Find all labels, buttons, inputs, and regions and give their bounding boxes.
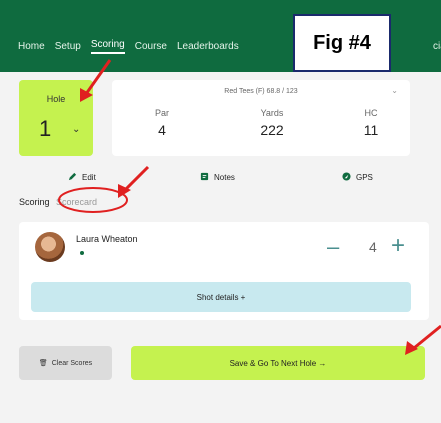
figure-label: Fig #4: [293, 14, 391, 72]
tab-scoring[interactable]: Scoring: [19, 197, 50, 207]
nav-setup[interactable]: Setup: [55, 41, 81, 52]
shot-details-label: Shot details +: [196, 292, 246, 302]
tab-scorecard[interactable]: Scorecard: [56, 197, 97, 207]
notes-button[interactable]: Notes: [200, 172, 235, 183]
stat-par: Par 4: [132, 108, 192, 138]
stat-yards: Yards 222: [242, 108, 302, 138]
nav-truncated-item[interactable]: cial: [433, 41, 441, 52]
increment-score-button[interactable]: +: [391, 232, 405, 260]
chevron-down-icon[interactable]: ⌄: [391, 86, 398, 95]
action-row: Edit Notes GPS: [0, 172, 441, 186]
notes-icon: [200, 172, 209, 183]
stat-label: HC: [364, 108, 378, 118]
stat-value: 4: [158, 122, 166, 138]
player-name: Laura Wheaton: [76, 234, 138, 244]
hole-number: 1: [39, 116, 52, 141]
nav-course[interactable]: Course: [135, 41, 167, 52]
stat-label: Yards: [260, 108, 284, 118]
nav-leaderboards[interactable]: Leaderboards: [177, 41, 239, 52]
pencil-icon: [68, 172, 77, 183]
edit-button[interactable]: Edit: [68, 172, 96, 183]
nav-home[interactable]: Home: [18, 41, 45, 52]
notes-label: Notes: [214, 173, 235, 182]
player-score-card: Laura Wheaton – 4 + Shot details +: [19, 222, 429, 320]
avatar: [35, 232, 65, 262]
tee-info-card[interactable]: Red Tees (F) 68.8 / 123 ⌄ Par 4 Yards 22…: [112, 80, 410, 156]
clear-scores-label: Clear Scores: [51, 359, 93, 367]
save-next-hole-button[interactable]: Save & Go To Next Hole →: [131, 346, 425, 380]
tee-label: Red Tees (F) 68.8 / 123: [224, 88, 298, 95]
stat-value: 11: [363, 122, 379, 138]
stat-hc: HC 11: [341, 108, 401, 138]
hole-label: Hole: [46, 94, 66, 104]
nav-scoring[interactable]: Scoring: [90, 39, 125, 54]
hole-selector[interactable]: Hole 1 ⌄: [19, 80, 93, 156]
gps-label: GPS: [356, 173, 373, 182]
stat-label: Par: [154, 108, 169, 118]
score-value: 4: [369, 239, 377, 255]
save-next-label: Save & Go To Next Hole →: [229, 358, 327, 368]
clear-scores-button[interactable]: 🗑 Clear Scores: [19, 346, 112, 380]
chevron-down-icon: ⌄: [72, 124, 81, 135]
decrement-score-button[interactable]: –: [327, 234, 339, 260]
player-status-dot: [80, 251, 84, 255]
gps-icon: [342, 172, 351, 183]
scoring-tabs: Scoring Scorecard: [19, 197, 97, 207]
edit-label: Edit: [82, 173, 96, 182]
trash-icon: 🗑: [38, 360, 48, 367]
main-nav: Home Setup Scoring Course Leaderboards: [0, 36, 249, 56]
gps-button[interactable]: GPS: [342, 172, 373, 183]
stat-value: 222: [260, 122, 284, 138]
shot-details-button[interactable]: Shot details +: [31, 282, 411, 312]
